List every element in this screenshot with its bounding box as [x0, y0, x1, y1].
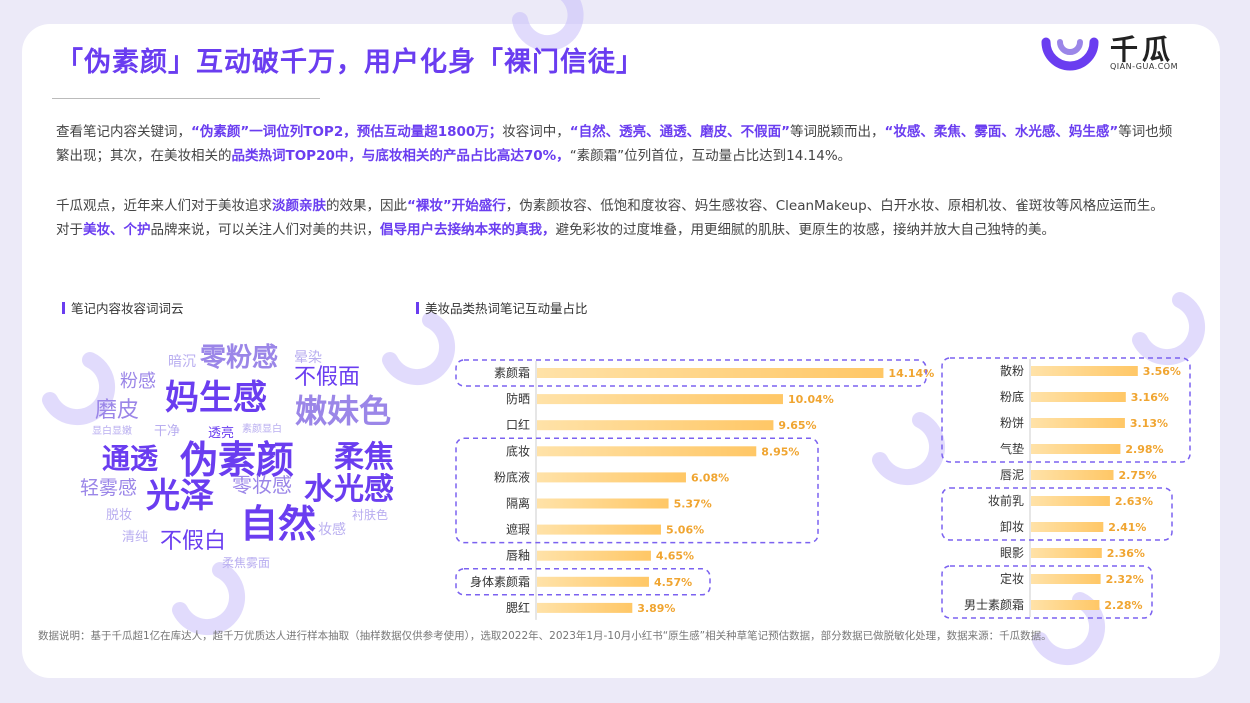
category-label: 粉底 — [1000, 389, 1024, 404]
value-label: 5.37% — [674, 498, 712, 511]
category-label: 定妆 — [1000, 571, 1024, 586]
category-label: 卸妆 — [1000, 519, 1024, 534]
value-label: 2.36% — [1107, 547, 1145, 560]
category-label: 口红 — [506, 417, 530, 432]
bar — [1031, 392, 1126, 402]
value-label: 5.06% — [666, 524, 704, 537]
value-label: 3.16% — [1131, 391, 1169, 404]
value-label: 4.65% — [656, 550, 694, 563]
bar-charts: 素颜霜 14.14% 防晒 10.04% 口红 9.65% 底妆 8.95% 粉底液 6.08% 隔… — [455, 357, 1191, 620]
value-label: 8.95% — [761, 445, 799, 458]
value-label: 10.04% — [788, 393, 834, 406]
category-label: 散粉 — [1000, 363, 1024, 378]
bar — [1031, 470, 1114, 480]
bar — [1031, 548, 1102, 558]
bar — [537, 368, 884, 378]
bar — [1031, 496, 1110, 506]
value-label: 2.63% — [1115, 495, 1153, 508]
bar — [537, 420, 774, 431]
category-label: 素颜霜 — [494, 365, 530, 380]
value-label: 2.28% — [1104, 599, 1142, 612]
value-label: 2.75% — [1119, 469, 1157, 482]
category-label: 气垫 — [1000, 441, 1024, 456]
category-label: 身体素颜霜 — [470, 574, 530, 589]
category-label: 底妆 — [506, 443, 530, 458]
category-label: 隔离 — [506, 496, 530, 511]
bar — [1031, 418, 1125, 428]
category-label: 粉饼 — [1000, 416, 1024, 430]
bar — [537, 576, 649, 587]
value-label: 3.56% — [1143, 365, 1181, 378]
bar — [1031, 574, 1101, 584]
category-label: 粉底液 — [494, 469, 530, 484]
value-label: 6.08% — [691, 471, 729, 484]
value-label: 3.89% — [637, 602, 675, 615]
category-label: 唇釉 — [506, 548, 530, 563]
value-label: 4.57% — [654, 576, 692, 589]
data-footnote: 数据说明：基于千瓜超1亿在库达人，超千万优质达人进行样本抽取（抽样数据仅供参考使… — [38, 630, 1052, 642]
value-label: 2.32% — [1106, 573, 1144, 586]
bar — [1031, 600, 1100, 610]
category-label: 遮瑕 — [506, 522, 530, 537]
bar — [537, 524, 661, 535]
value-label: 2.41% — [1108, 521, 1146, 534]
value-label: 14.14% — [888, 367, 934, 380]
bar — [537, 446, 757, 457]
bar — [537, 602, 633, 613]
value-label: 2.98% — [1125, 443, 1163, 456]
bar — [1031, 444, 1121, 454]
category-label: 腮红 — [506, 600, 530, 615]
category-label: 唇泥 — [1000, 468, 1024, 482]
bar — [537, 394, 783, 405]
bar — [1031, 522, 1104, 532]
category-label: 男士素颜霜 — [964, 597, 1024, 612]
bar — [1031, 366, 1138, 376]
value-label: 3.13% — [1130, 417, 1168, 430]
category-label: 眼影 — [1000, 546, 1024, 560]
category-label: 妆前乳 — [988, 493, 1024, 508]
value-label: 9.65% — [778, 419, 816, 432]
bar — [537, 550, 651, 561]
bar — [537, 472, 686, 483]
bar — [537, 498, 669, 509]
category-label: 防晒 — [506, 391, 530, 406]
